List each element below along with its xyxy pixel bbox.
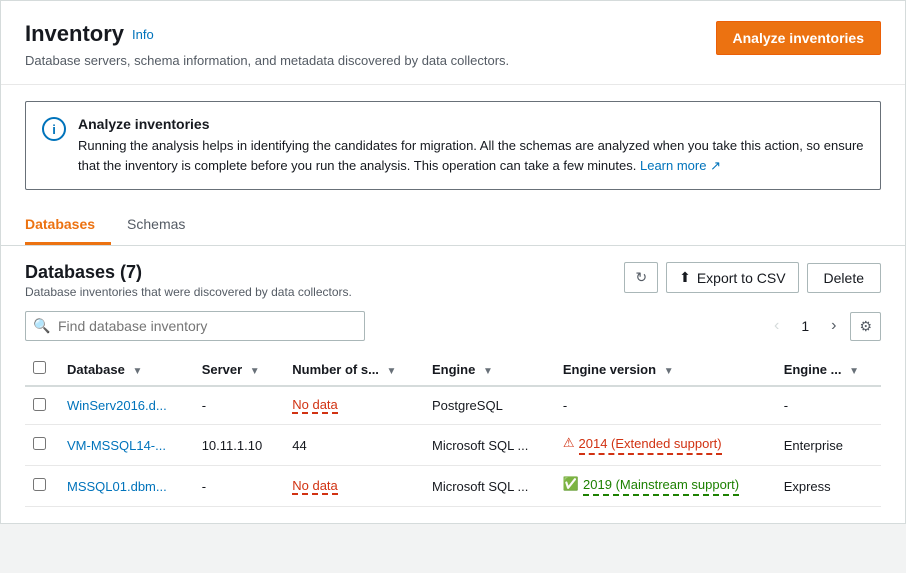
external-link-icon: ↗ [710, 158, 721, 173]
tab-schemas[interactable]: Schemas [127, 206, 201, 245]
col-server: Server ▼ [192, 353, 283, 386]
table-settings-button[interactable]: ⚙ [850, 312, 881, 341]
table-title: Databases (7) [25, 262, 352, 283]
sort-icon-server: ▼ [250, 366, 260, 377]
page-title: Inventory [25, 21, 124, 47]
analyze-inventories-button[interactable]: Analyze inventories [716, 21, 882, 55]
info-link[interactable]: Info [132, 27, 154, 42]
info-banner: i Analyze inventories Running the analys… [25, 101, 881, 190]
export-icon: ⬆ [679, 269, 691, 286]
version-status-success: ✅ 2019 (Mainstream support) [563, 476, 764, 496]
table-title-area: Databases (7) Database inventories that … [25, 262, 352, 299]
cell-engine-1: PostgreSQL [422, 386, 553, 425]
cell-version-3: ✅ 2019 (Mainstream support) [553, 466, 774, 507]
select-all-checkbox[interactable] [33, 361, 46, 374]
cell-engine-3: Microsoft SQL ... [422, 466, 553, 507]
page-header: Inventory Info Database servers, schema … [1, 1, 905, 85]
prev-page-button[interactable]: ‹ [768, 313, 785, 339]
delete-button[interactable]: Delete [807, 263, 881, 293]
tabs-bar: Databases Schemas [1, 206, 905, 246]
sort-icon-engine-edition: ▼ [849, 366, 859, 377]
refresh-button[interactable]: ↻ [624, 262, 658, 293]
cell-database-3: MSSQL01.dbm... [57, 466, 192, 507]
cell-version-2: ⚠ 2014 (Extended support) [553, 425, 774, 466]
databases-table: Database ▼ Server ▼ Number of s... ▼ Eng… [25, 353, 881, 507]
page-number: 1 [793, 314, 817, 338]
row-checkbox-2[interactable] [33, 437, 46, 450]
header-title-row: Inventory Info [25, 21, 509, 47]
col-engine-edition: Engine ... ▼ [774, 353, 881, 386]
search-icon: 🔍 [33, 318, 50, 335]
row-checkbox-cell-1 [25, 386, 57, 425]
pagination: ‹ 1 › ⚙ [768, 312, 881, 341]
page-subtitle: Database servers, schema information, an… [25, 53, 509, 68]
table-actions: ↻ ⬆ Export to CSV Delete [624, 262, 881, 293]
learn-more-link[interactable]: Learn more ↗ [640, 158, 721, 173]
row-checkbox-cell-3 [25, 466, 57, 507]
info-icon: i [42, 117, 66, 141]
row-checkbox-cell-2 [25, 425, 57, 466]
cell-schemas-2: 44 [282, 425, 422, 466]
col-num-schemas: Number of s... ▼ [282, 353, 422, 386]
banner-text: Running the analysis helps in identifyin… [78, 136, 864, 175]
cell-edition-2: Enterprise [774, 425, 881, 466]
tab-databases[interactable]: Databases [25, 206, 111, 245]
cell-schemas-3: No data [282, 466, 422, 507]
table-row: MSSQL01.dbm... - No data Microsoft SQL .… [25, 466, 881, 507]
table-header-row: Database ▼ Server ▼ Number of s... ▼ Eng… [25, 353, 881, 386]
cell-server-3: - [192, 466, 283, 507]
database-link-1[interactable]: WinServ2016.d... [67, 398, 167, 413]
cell-database-1: WinServ2016.d... [57, 386, 192, 425]
search-pagination-bar: 🔍 ‹ 1 › ⚙ [25, 311, 881, 341]
select-all-checkbox-cell [25, 353, 57, 386]
row-checkbox-1[interactable] [33, 398, 46, 411]
sort-icon-engine: ▼ [483, 366, 493, 377]
cell-edition-1: - [774, 386, 881, 425]
settings-icon: ⚙ [859, 318, 872, 334]
header-left: Inventory Info Database servers, schema … [25, 21, 509, 68]
page-container: Inventory Info Database servers, schema … [0, 0, 906, 524]
col-engine: Engine ▼ [422, 353, 553, 386]
row-checkbox-3[interactable] [33, 478, 46, 491]
table-row: WinServ2016.d... - No data PostgreSQL - … [25, 386, 881, 425]
cell-edition-3: Express [774, 466, 881, 507]
cell-engine-2: Microsoft SQL ... [422, 425, 553, 466]
banner-content: Analyze inventories Running the analysis… [78, 116, 864, 175]
refresh-icon: ↻ [635, 269, 647, 286]
cell-server-1: - [192, 386, 283, 425]
next-page-button[interactable]: › [825, 313, 842, 339]
col-database: Database ▼ [57, 353, 192, 386]
export-csv-button[interactable]: ⬆ Export to CSV [666, 262, 798, 293]
cell-schemas-1: No data [282, 386, 422, 425]
search-input[interactable] [25, 311, 365, 341]
version-status-warning: ⚠ 2014 (Extended support) [563, 435, 764, 455]
sort-icon-database: ▼ [132, 366, 142, 377]
table-subtitle: Database inventories that were discovere… [25, 285, 352, 299]
cell-server-2: 10.11.1.10 [192, 425, 283, 466]
database-link-2[interactable]: VM-MSSQL14-... [67, 438, 166, 453]
col-engine-version: Engine version ▼ [553, 353, 774, 386]
banner-title: Analyze inventories [78, 116, 864, 132]
cell-database-2: VM-MSSQL14-... [57, 425, 192, 466]
success-icon: ✅ [563, 476, 579, 492]
sort-icon-schemas: ▼ [387, 366, 397, 377]
search-box: 🔍 [25, 311, 365, 341]
warning-icon: ⚠ [563, 435, 575, 451]
database-link-3[interactable]: MSSQL01.dbm... [67, 479, 167, 494]
table-header: Databases (7) Database inventories that … [25, 262, 881, 299]
table-row: VM-MSSQL14-... 10.11.1.10 44 Microsoft S… [25, 425, 881, 466]
main-content: Databases (7) Database inventories that … [1, 246, 905, 523]
sort-icon-engine-version: ▼ [664, 366, 674, 377]
cell-version-1: - [553, 386, 774, 425]
